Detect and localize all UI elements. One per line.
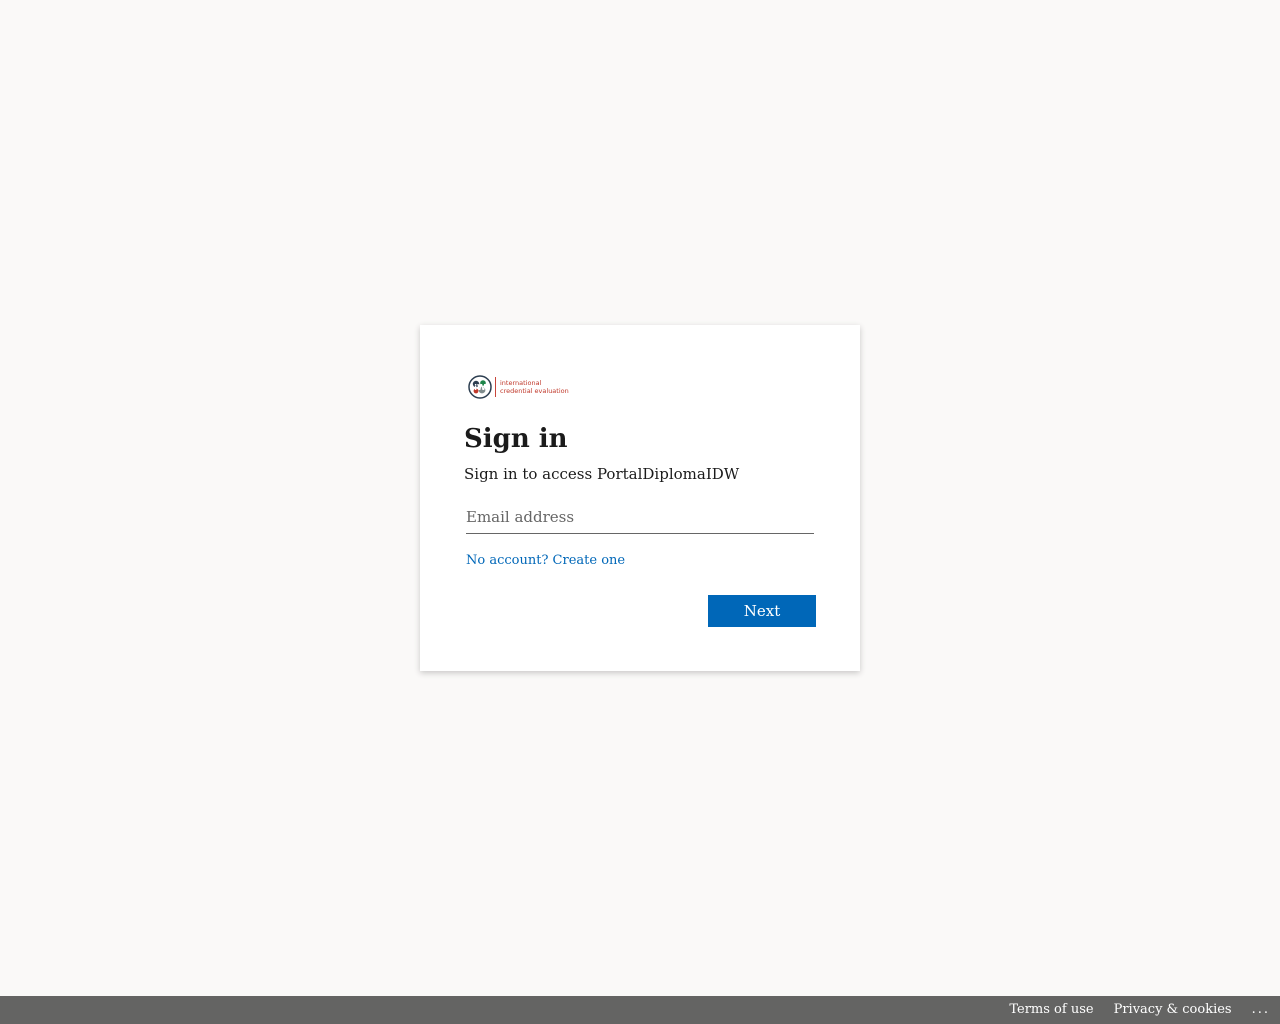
logo-text-line2: credential evaluation	[500, 387, 569, 395]
logo-text: international credential evaluation	[500, 379, 569, 395]
sign-in-card: iW international credential evaluation S…	[420, 325, 860, 671]
page-subtitle: Sign in to access PortalDiplomaIDW	[464, 465, 740, 483]
email-field-container	[466, 502, 814, 534]
more-options-icon[interactable]: ...	[1252, 996, 1270, 1024]
svg-text:iW: iW	[474, 383, 486, 392]
logo-separator	[495, 377, 496, 397]
company-logo: iW international credential evaluation	[468, 369, 816, 405]
logo-text-line1: international	[500, 379, 542, 387]
create-account-link[interactable]: No account? Create one	[466, 552, 625, 570]
email-field[interactable]	[466, 502, 814, 533]
next-button[interactable]: Next	[708, 595, 816, 627]
page-title: Sign in	[464, 424, 568, 454]
logo-mark-icon: iW	[468, 375, 492, 399]
terms-of-use-link[interactable]: Terms of use	[1009, 996, 1093, 1024]
footer-bar: Terms of use Privacy & cookies ...	[0, 996, 1280, 1024]
privacy-cookies-link[interactable]: Privacy & cookies	[1114, 996, 1232, 1024]
